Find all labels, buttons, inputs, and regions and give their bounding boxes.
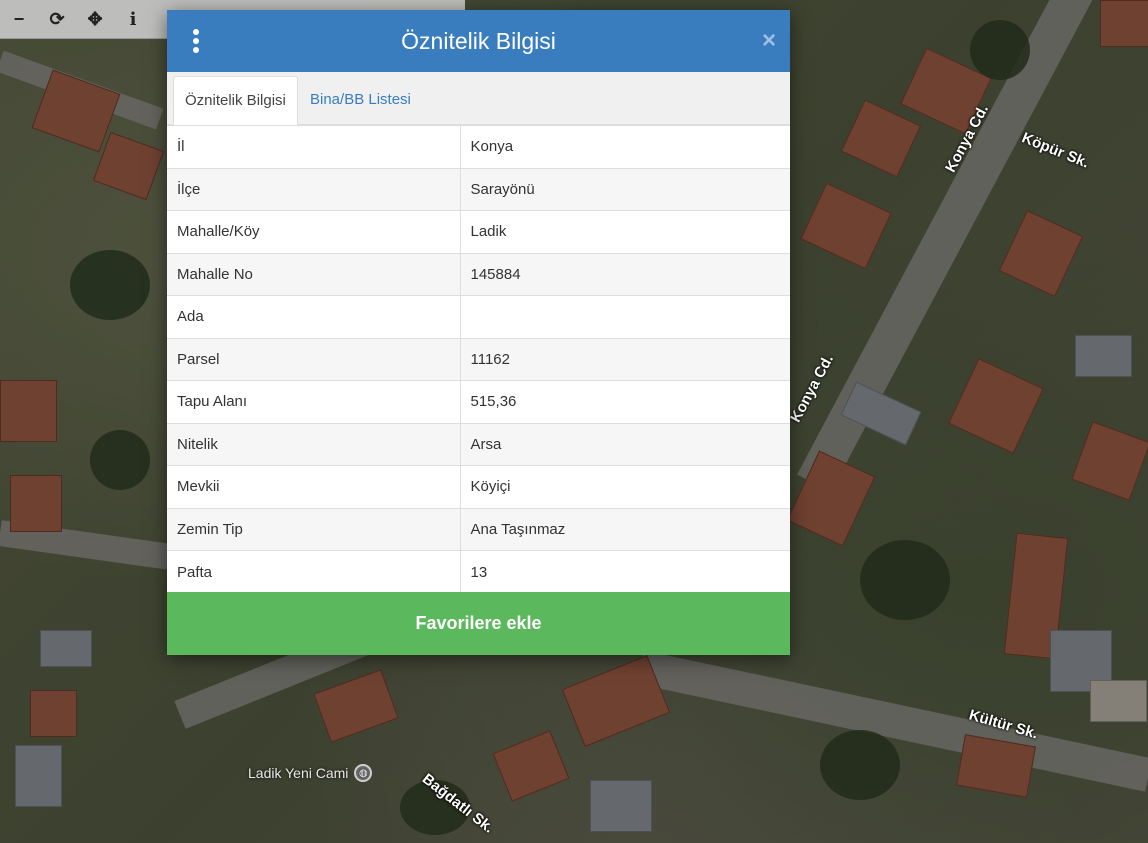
kebab-menu-icon[interactable] xyxy=(183,27,209,55)
close-icon[interactable]: × xyxy=(762,27,776,55)
dialog-header: Öznitelik Bilgisi × xyxy=(167,10,790,72)
attribute-value: Ladik xyxy=(460,210,790,253)
tab-attribute-info[interactable]: Öznitelik Bilgisi xyxy=(173,76,298,125)
add-to-favorites-button[interactable]: Favorilere ekle xyxy=(167,592,790,655)
attribute-value: Konya xyxy=(460,125,790,168)
attribute-value: Köyiçi xyxy=(460,465,790,508)
table-row: Mahalle No 145884 xyxy=(167,252,790,296)
tab-building-list[interactable]: Bina/BB Listesi xyxy=(299,76,422,124)
attribute-key: Parsel xyxy=(167,337,461,381)
refresh-icon[interactable]: ⟳ xyxy=(38,0,76,38)
dialog-title: Öznitelik Bilgisi xyxy=(401,27,556,54)
poi-label: Ladik Yeni Cami xyxy=(248,765,349,781)
table-row: Mahalle/Köy Ladik xyxy=(167,210,790,253)
table-row: Nitelik Arsa xyxy=(167,422,790,466)
attribute-value: 515,36 xyxy=(460,380,790,423)
table-row: Mevkii Köyiçi xyxy=(167,465,790,508)
attribute-value xyxy=(460,295,790,338)
table-row: İl Konya xyxy=(167,125,790,168)
attribute-value: 13 xyxy=(460,550,790,593)
poi-marker[interactable]: Ladik Yeni Cami ◍ xyxy=(248,764,373,782)
attribute-key: İlçe xyxy=(167,167,461,211)
table-row: İlçe Sarayönü xyxy=(167,167,790,211)
mosque-icon: ◍ xyxy=(354,764,373,782)
table-row: Zemin Tip Ana Taşınmaz xyxy=(167,507,790,551)
table-row: Parsel 11162 xyxy=(167,337,790,381)
attribute-key: Ada xyxy=(167,295,461,338)
attribute-key: Zemin Tip xyxy=(167,507,461,551)
table-row: Ada xyxy=(167,295,790,338)
attribute-table: İl Konya İlçe Sarayönü Mahalle/Köy Ladik Mahal… xyxy=(167,125,790,593)
attribute-key: Tapu Alanı xyxy=(167,380,461,423)
attribute-value: Sarayönü xyxy=(460,167,790,211)
attribute-key: Mahalle/Köy xyxy=(167,210,461,253)
attribute-info-dialog: Öznitelik Bilgisi × Öznitelik Bilgisi Bi… xyxy=(167,10,790,655)
attribute-key: İl xyxy=(167,125,461,168)
attribute-value: Arsa xyxy=(460,422,790,466)
table-row: Tapu Alanı 515,36 xyxy=(167,380,790,423)
pan-icon[interactable]: ✥ xyxy=(76,0,114,38)
attribute-key: Mevkii xyxy=(167,465,461,508)
info-icon[interactable]: i xyxy=(114,0,152,38)
attribute-key: Pafta xyxy=(167,550,461,593)
attribute-value: Ana Taşınmaz xyxy=(460,507,790,551)
table-row: Pafta 13 xyxy=(167,550,790,593)
attribute-key: Nitelik xyxy=(167,422,461,466)
attribute-key: Mahalle No xyxy=(167,252,461,296)
attribute-value: 145884 xyxy=(460,252,790,296)
attribute-value: 11162 xyxy=(460,337,790,381)
zoom-out-icon[interactable]: − xyxy=(0,0,38,38)
dialog-tabs: Öznitelik Bilgisi Bina/BB Listesi xyxy=(167,72,790,125)
